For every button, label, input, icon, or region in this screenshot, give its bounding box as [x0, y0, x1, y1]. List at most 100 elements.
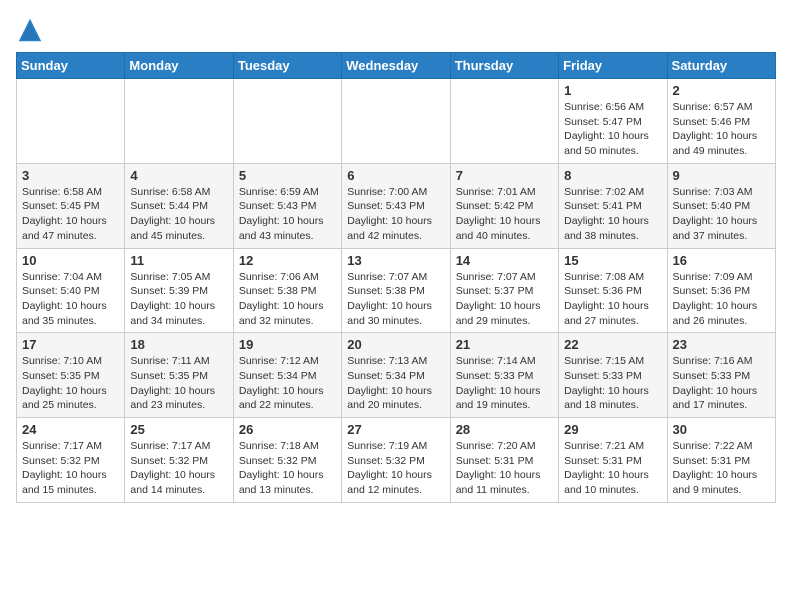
- page-header: [16, 16, 776, 44]
- day-info: Sunrise: 7:22 AM Sunset: 5:31 PM Dayligh…: [673, 439, 770, 498]
- day-number: 7: [456, 168, 553, 183]
- logo: [16, 16, 48, 44]
- day-info: Sunrise: 6:58 AM Sunset: 5:44 PM Dayligh…: [130, 185, 227, 244]
- day-number: 11: [130, 253, 227, 268]
- day-number: 23: [673, 337, 770, 352]
- calendar-cell: 4 Sunrise: 6:58 AM Sunset: 5:44 PM Daylig…: [125, 163, 233, 248]
- calendar-cell: 12 Sunrise: 7:06 AM Sunset: 5:38 PM Dayli…: [233, 248, 341, 333]
- day-number: 25: [130, 422, 227, 437]
- day-info: Sunrise: 7:12 AM Sunset: 5:34 PM Dayligh…: [239, 354, 336, 413]
- day-info: Sunrise: 7:07 AM Sunset: 5:37 PM Dayligh…: [456, 270, 553, 329]
- calendar-cell: 17Sunrise: 7:10 AM Sunset: 5:35 PM Dayli…: [17, 333, 125, 418]
- calendar-cell: 3 Sunrise: 6:58 AM Sunset: 5:45 PM Daylig…: [17, 163, 125, 248]
- day-of-week-header: Thursday: [450, 53, 558, 79]
- day-of-week-header: Saturday: [667, 53, 775, 79]
- calendar-cell: 28 Sunrise: 7:20 AM Sunset: 5:31 PM Dayli…: [450, 418, 558, 503]
- calendar-cell: 7 Sunrise: 7:01 AM Sunset: 5:42 PM Daylig…: [450, 163, 558, 248]
- day-info: Sunrise: 7:20 AM Sunset: 5:31 PM Dayligh…: [456, 439, 553, 498]
- day-number: 9: [673, 168, 770, 183]
- day-info: Sunrise: 7:00 AM Sunset: 5:43 PM Dayligh…: [347, 185, 444, 244]
- calendar-cell: 10Sunrise: 7:04 AM Sunset: 5:40 PM Dayli…: [17, 248, 125, 333]
- day-info: Sunrise: 7:11 AM Sunset: 5:35 PM Dayligh…: [130, 354, 227, 413]
- calendar-cell: 16Sunrise: 7:09 AM Sunset: 5:36 PM Dayli…: [667, 248, 775, 333]
- day-number: 20: [347, 337, 444, 352]
- calendar-cell: 6 Sunrise: 7:00 AM Sunset: 5:43 PM Daylig…: [342, 163, 450, 248]
- calendar-cell: 13 Sunrise: 7:07 AM Sunset: 5:38 PM Dayli…: [342, 248, 450, 333]
- calendar-cell: [233, 79, 341, 164]
- day-of-week-header: Wednesday: [342, 53, 450, 79]
- calendar-cell: 22 Sunrise: 7:15 AM Sunset: 5:33 PM Dayli…: [559, 333, 667, 418]
- day-info: Sunrise: 7:14 AM Sunset: 5:33 PM Dayligh…: [456, 354, 553, 413]
- day-number: 18: [130, 337, 227, 352]
- calendar-cell: 9 Sunrise: 7:03 AM Sunset: 5:40 PM Daylig…: [667, 163, 775, 248]
- calendar-cell: 5 Sunrise: 6:59 AM Sunset: 5:43 PM Daylig…: [233, 163, 341, 248]
- calendar-cell: 20Sunrise: 7:13 AM Sunset: 5:34 PM Dayli…: [342, 333, 450, 418]
- calendar-week-row: 24 Sunrise: 7:17 AM Sunset: 5:32 PM Dayli…: [17, 418, 776, 503]
- day-number: 13: [347, 253, 444, 268]
- calendar-cell: 26 Sunrise: 7:18 AM Sunset: 5:32 PM Dayli…: [233, 418, 341, 503]
- day-number: 28: [456, 422, 553, 437]
- day-number: 24: [22, 422, 119, 437]
- day-info: Sunrise: 7:16 AM Sunset: 5:33 PM Dayligh…: [673, 354, 770, 413]
- day-info: Sunrise: 7:18 AM Sunset: 5:32 PM Dayligh…: [239, 439, 336, 498]
- calendar-week-row: 10Sunrise: 7:04 AM Sunset: 5:40 PM Dayli…: [17, 248, 776, 333]
- calendar-cell: 18 Sunrise: 7:11 AM Sunset: 5:35 PM Dayli…: [125, 333, 233, 418]
- day-info: Sunrise: 6:59 AM Sunset: 5:43 PM Dayligh…: [239, 185, 336, 244]
- day-of-week-header: Monday: [125, 53, 233, 79]
- day-number: 10: [22, 253, 119, 268]
- calendar-cell: 27Sunrise: 7:19 AM Sunset: 5:32 PM Dayli…: [342, 418, 450, 503]
- day-number: 16: [673, 253, 770, 268]
- day-number: 21: [456, 337, 553, 352]
- calendar-cell: 8 Sunrise: 7:02 AM Sunset: 5:41 PM Daylig…: [559, 163, 667, 248]
- day-number: 8: [564, 168, 661, 183]
- calendar-cell: 21 Sunrise: 7:14 AM Sunset: 5:33 PM Dayli…: [450, 333, 558, 418]
- calendar-cell: 11 Sunrise: 7:05 AM Sunset: 5:39 PM Dayli…: [125, 248, 233, 333]
- day-info: Sunrise: 7:03 AM Sunset: 5:40 PM Dayligh…: [673, 185, 770, 244]
- day-info: Sunrise: 7:08 AM Sunset: 5:36 PM Dayligh…: [564, 270, 661, 329]
- day-info: Sunrise: 7:07 AM Sunset: 5:38 PM Dayligh…: [347, 270, 444, 329]
- calendar-week-row: 1 Sunrise: 6:56 AM Sunset: 5:47 PM Daylig…: [17, 79, 776, 164]
- day-number: 15: [564, 253, 661, 268]
- day-info: Sunrise: 7:17 AM Sunset: 5:32 PM Dayligh…: [130, 439, 227, 498]
- calendar-cell: 19 Sunrise: 7:12 AM Sunset: 5:34 PM Dayli…: [233, 333, 341, 418]
- calendar-cell: [342, 79, 450, 164]
- calendar-cell: 1 Sunrise: 6:56 AM Sunset: 5:47 PM Daylig…: [559, 79, 667, 164]
- day-info: Sunrise: 6:58 AM Sunset: 5:45 PM Dayligh…: [22, 185, 119, 244]
- day-number: 3: [22, 168, 119, 183]
- day-info: Sunrise: 7:17 AM Sunset: 5:32 PM Dayligh…: [22, 439, 119, 498]
- day-number: 19: [239, 337, 336, 352]
- calendar-cell: [125, 79, 233, 164]
- general-blue-icon: [16, 16, 44, 44]
- day-number: 2: [673, 83, 770, 98]
- calendar-header-row: SundayMondayTuesdayWednesdayThursdayFrid…: [17, 53, 776, 79]
- day-info: Sunrise: 7:01 AM Sunset: 5:42 PM Dayligh…: [456, 185, 553, 244]
- day-info: Sunrise: 7:05 AM Sunset: 5:39 PM Dayligh…: [130, 270, 227, 329]
- calendar-cell: 14 Sunrise: 7:07 AM Sunset: 5:37 PM Dayli…: [450, 248, 558, 333]
- day-info: Sunrise: 7:15 AM Sunset: 5:33 PM Dayligh…: [564, 354, 661, 413]
- day-number: 12: [239, 253, 336, 268]
- day-number: 26: [239, 422, 336, 437]
- day-number: 29: [564, 422, 661, 437]
- calendar-cell: [450, 79, 558, 164]
- day-number: 4: [130, 168, 227, 183]
- calendar-cell: 25 Sunrise: 7:17 AM Sunset: 5:32 PM Dayli…: [125, 418, 233, 503]
- day-info: Sunrise: 7:10 AM Sunset: 5:35 PM Dayligh…: [22, 354, 119, 413]
- day-number: 6: [347, 168, 444, 183]
- day-number: 30: [673, 422, 770, 437]
- day-of-week-header: Tuesday: [233, 53, 341, 79]
- day-info: Sunrise: 7:06 AM Sunset: 5:38 PM Dayligh…: [239, 270, 336, 329]
- day-number: 14: [456, 253, 553, 268]
- calendar-cell: 15 Sunrise: 7:08 AM Sunset: 5:36 PM Dayli…: [559, 248, 667, 333]
- day-info: Sunrise: 6:57 AM Sunset: 5:46 PM Dayligh…: [673, 100, 770, 159]
- day-info: Sunrise: 7:02 AM Sunset: 5:41 PM Dayligh…: [564, 185, 661, 244]
- calendar-week-row: 17Sunrise: 7:10 AM Sunset: 5:35 PM Dayli…: [17, 333, 776, 418]
- day-number: 22: [564, 337, 661, 352]
- day-number: 1: [564, 83, 661, 98]
- calendar-week-row: 3 Sunrise: 6:58 AM Sunset: 5:45 PM Daylig…: [17, 163, 776, 248]
- day-number: 5: [239, 168, 336, 183]
- calendar-cell: 30 Sunrise: 7:22 AM Sunset: 5:31 PM Dayli…: [667, 418, 775, 503]
- day-number: 27: [347, 422, 444, 437]
- day-info: Sunrise: 6:56 AM Sunset: 5:47 PM Dayligh…: [564, 100, 661, 159]
- calendar-cell: [17, 79, 125, 164]
- day-of-week-header: Friday: [559, 53, 667, 79]
